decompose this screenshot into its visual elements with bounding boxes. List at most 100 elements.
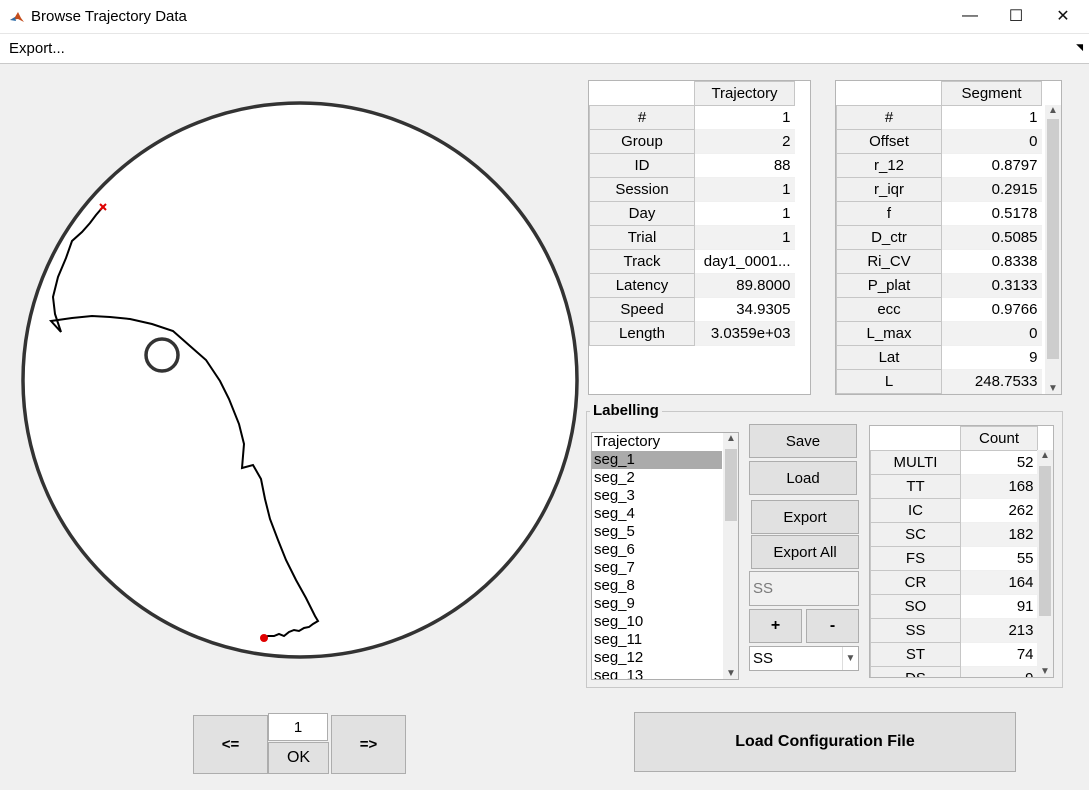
count-row: DS9 [870, 666, 1038, 677]
scroll-down-icon[interactable]: ▼ [723, 668, 738, 679]
export-button[interactable]: Export [751, 500, 859, 534]
count-cell[interactable]: 9 [960, 666, 1038, 677]
segment-cell[interactable]: 0.3133 [941, 273, 1042, 298]
segment-table[interactable]: Segment #1 Offset 0 r_12 0.8797 r_iqr 0.2915 f 0… [835, 80, 1062, 395]
load-configuration-button[interactable]: Load Configuration File [634, 712, 1016, 772]
list-item[interactable]: seg_1 [592, 451, 722, 469]
trajectory-table[interactable]: Trajectory #1 Group 2 ID 88 Session 1 Day 1 Trial… [588, 80, 811, 395]
segment-cell[interactable]: 0 [941, 129, 1042, 154]
scroll-thumb[interactable] [725, 449, 737, 521]
scroll-up-icon[interactable]: ▲ [1037, 450, 1053, 461]
scroll-down-icon[interactable]: ▼ [1045, 383, 1061, 394]
count-cell[interactable]: 182 [960, 522, 1038, 547]
segment-row: #1 [836, 105, 1042, 130]
count-cell[interactable]: 91 [960, 594, 1038, 619]
segment-cell[interactable]: 9 [941, 345, 1042, 370]
ok-button[interactable]: OK [268, 742, 329, 774]
export-all-button[interactable]: Export All [751, 535, 859, 569]
list-item[interactable]: seg_11 [592, 631, 722, 649]
trajectory-cell[interactable]: 88 [694, 153, 795, 178]
count-column-header[interactable]: Count [960, 426, 1038, 451]
list-item[interactable]: seg_2 [592, 469, 722, 487]
count-cell[interactable]: 74 [960, 642, 1038, 667]
count-cell[interactable]: 164 [960, 570, 1038, 595]
trajectory-cell[interactable]: 34.9305 [694, 297, 795, 322]
list-item[interactable]: seg_8 [592, 577, 722, 595]
count-row-header: IC [870, 498, 961, 523]
segment-cell[interactable]: 0.5178 [941, 201, 1042, 226]
list-item[interactable]: seg_3 [592, 487, 722, 505]
segment-row: D_ctr 0.5085 [836, 225, 1042, 250]
count-scrollbar[interactable]: ▲ ▼ [1037, 450, 1053, 677]
list-item[interactable]: seg_7 [592, 559, 722, 577]
segment-cell[interactable]: 0 [941, 321, 1042, 346]
previous-button[interactable]: <= [193, 715, 268, 774]
maximize-button[interactable]: ☐ [993, 0, 1039, 32]
menu-bar: Export... ◥ [0, 34, 1089, 64]
segment-column-header[interactable]: Segment [941, 81, 1042, 106]
scroll-thumb[interactable] [1047, 119, 1059, 359]
list-item[interactable]: seg_9 [592, 595, 722, 613]
scroll-thumb[interactable] [1039, 466, 1051, 616]
tag-select[interactable]: SS ▼ [749, 646, 859, 671]
load-button[interactable]: Load [749, 461, 857, 495]
segment-scrollbar[interactable]: ▲ ▼ [1045, 105, 1061, 394]
trajectory-cell[interactable]: 1 [694, 225, 795, 250]
close-button[interactable]: ✕ [1040, 0, 1086, 32]
toolbar-toggle-icon[interactable]: ◥ [1076, 42, 1083, 53]
save-button[interactable]: Save [749, 424, 857, 458]
list-scrollbar[interactable]: ▲ ▼ [723, 433, 738, 679]
scroll-up-icon[interactable]: ▲ [723, 433, 738, 444]
segment-cell[interactable]: 248.7533 [941, 369, 1042, 394]
segment-cell[interactable]: 1 [941, 105, 1042, 130]
add-tag-button[interactable]: + [749, 609, 802, 643]
segment-cell[interactable]: 0.5085 [941, 225, 1042, 250]
segment-row: Offset 0 [836, 129, 1042, 154]
segment-cell[interactable]: 0.9766 [941, 297, 1042, 322]
trajectory-row-header: Trial [589, 225, 695, 250]
list-item[interactable]: seg_13 [592, 667, 722, 679]
trajectory-cell[interactable]: 3.0359e+03 [694, 321, 795, 346]
chevron-down-icon[interactable]: ▼ [842, 647, 858, 670]
minimize-button[interactable]: — [947, 0, 993, 32]
count-row: TT 168 [870, 474, 1038, 499]
count-cell[interactable]: 55 [960, 546, 1038, 571]
segment-row: r_12 0.8797 [836, 153, 1042, 178]
count-cell[interactable]: 262 [960, 498, 1038, 523]
trajectory-column-header[interactable]: Trajectory [694, 81, 795, 106]
next-button[interactable]: => [331, 715, 406, 774]
count-cell[interactable]: 213 [960, 618, 1038, 643]
list-item[interactable]: seg_4 [592, 505, 722, 523]
list-item[interactable]: seg_6 [592, 541, 722, 559]
remove-tag-button[interactable]: - [806, 609, 859, 643]
trajectory-row: ID 88 [589, 153, 795, 178]
menu-export[interactable]: Export... [9, 40, 65, 57]
list-item[interactable]: Trajectory [592, 433, 722, 451]
trajectory-cell[interactable]: 1 [694, 201, 795, 226]
scroll-up-icon[interactable]: ▲ [1045, 105, 1061, 116]
count-cell[interactable]: 168 [960, 474, 1038, 499]
count-row-header: FS [870, 546, 961, 571]
count-cell[interactable]: 52 [960, 450, 1038, 475]
segment-listbox[interactable]: Trajectory seg_1 seg_2 seg_3 seg_4 seg_5 seg_6… [591, 432, 739, 680]
count-table[interactable]: Count MULTI 52 TT 168 IC 262 SC 182 FS 55 CR 164 SO 9… [869, 425, 1054, 678]
trajectory-row-header: Day [589, 201, 695, 226]
tag-input[interactable]: SS [749, 571, 859, 606]
trajectory-row: Length 3.0359e+03 [589, 321, 795, 346]
trajectory-row: Trial 1 [589, 225, 795, 250]
list-item[interactable]: seg_10 [592, 613, 722, 631]
trajectory-cell[interactable]: day1_0001... [694, 249, 795, 274]
trajectory-cell[interactable]: 1 [694, 177, 795, 202]
segment-cell[interactable]: 0.8338 [941, 249, 1042, 274]
list-item[interactable]: seg_12 [592, 649, 722, 667]
segment-cell[interactable]: 0.8797 [941, 153, 1042, 178]
trajectory-index-input[interactable]: 1 [268, 713, 328, 741]
list-item[interactable]: seg_5 [592, 523, 722, 541]
scroll-down-icon[interactable]: ▼ [1037, 666, 1053, 677]
count-row-header: SC [870, 522, 961, 547]
trajectory-cell[interactable]: 89.8000 [694, 273, 795, 298]
segment-cell[interactable]: 0.2915 [941, 177, 1042, 202]
trajectory-cell[interactable]: 1 [694, 105, 795, 130]
trajectory-cell[interactable]: 2 [694, 129, 795, 154]
count-row: MULTI 52 [870, 450, 1038, 475]
